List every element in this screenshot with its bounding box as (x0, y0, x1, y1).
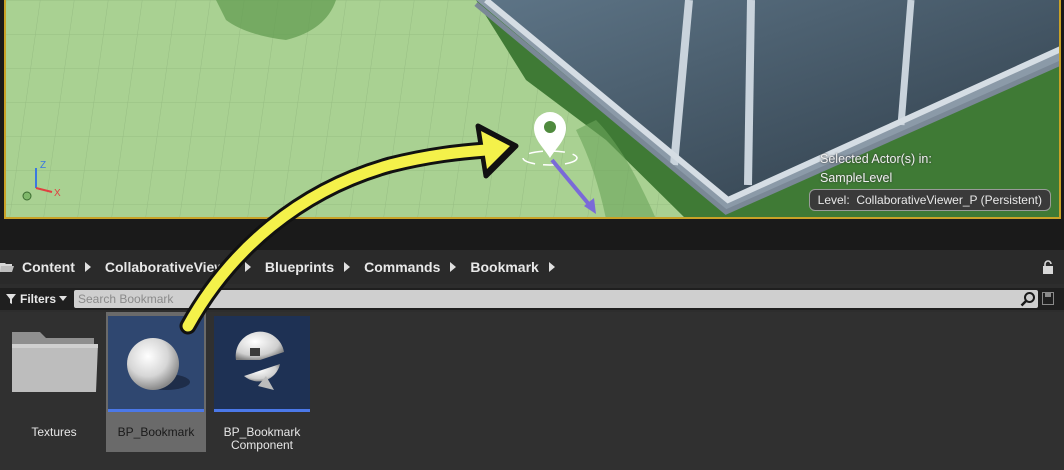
component-thumbnail-icon (214, 316, 310, 412)
level-badge: Level: CollaborativeViewer_P (Persistent… (808, 189, 1051, 211)
breadcrumb-separator-icon[interactable] (244, 262, 251, 272)
breadcrumb-item-content[interactable]: Content (22, 259, 75, 275)
chevron-down-icon (59, 296, 68, 301)
breadcrumb-item-bookmark[interactable]: Bookmark (470, 259, 538, 275)
search-icon[interactable] (1020, 291, 1036, 307)
axis-label-z: Z (40, 160, 47, 171)
breadcrumb-item-collaborativeviewer[interactable]: CollaborativeViewer (105, 259, 235, 275)
viewport-canvas[interactable]: Z X Selected Actor(s) in: SampleLevel Le… (4, 0, 1061, 219)
asset-tile-bp-bookmark[interactable]: BP_Bookmark (106, 312, 206, 452)
selected-actors-level: SampleLevel (820, 171, 893, 185)
filter-bar: Filters (0, 288, 1064, 310)
filters-button[interactable]: Filters (6, 290, 68, 308)
asset-tile-textures[interactable]: Textures (4, 312, 104, 452)
asset-name: Textures (31, 425, 77, 439)
content-browser: Content CollaborativeViewer Blueprints C… (0, 250, 1064, 470)
axis-label-x: X (54, 188, 61, 199)
level-badge-name: CollaborativeViewer_P (Persistent) (856, 193, 1042, 207)
save-icon[interactable] (1042, 292, 1054, 305)
level-badge-label: Level: (817, 193, 850, 207)
breadcrumb-separator-icon[interactable] (84, 262, 91, 272)
asset-tile-bp-bookmark-component[interactable]: BP_Bookmark Component (212, 312, 312, 452)
folder-icon[interactable] (0, 261, 14, 273)
search-input[interactable] (74, 290, 1038, 308)
breadcrumb-separator-icon[interactable] (450, 262, 457, 272)
sphere-thumbnail-icon (108, 316, 204, 412)
filters-label: Filters (20, 292, 57, 306)
breadcrumb-item-commands[interactable]: Commands (364, 259, 440, 275)
selected-actors-label: Selected Actor(s) in: (820, 152, 932, 166)
asset-name: BP_Bookmark Component (223, 425, 301, 452)
breadcrumb: Content CollaborativeViewer Blueprints C… (0, 250, 1064, 284)
breadcrumb-separator-icon[interactable] (344, 262, 351, 272)
asset-name: BP_Bookmark (117, 425, 195, 439)
selected-actors-info: Selected Actor(s) in: SampleLevel (820, 150, 932, 188)
folder-icon (6, 316, 102, 412)
asset-grid: Textures BP_Bookmark BP_Bookmark Compone… (0, 312, 1064, 470)
lock-icon[interactable] (1042, 260, 1054, 274)
breadcrumb-separator-icon[interactable] (548, 262, 555, 272)
breadcrumb-item-blueprints[interactable]: Blueprints (265, 259, 334, 275)
filter-icon (6, 294, 16, 304)
level-viewport[interactable]: Z X Selected Actor(s) in: SampleLevel Le… (0, 0, 1064, 222)
